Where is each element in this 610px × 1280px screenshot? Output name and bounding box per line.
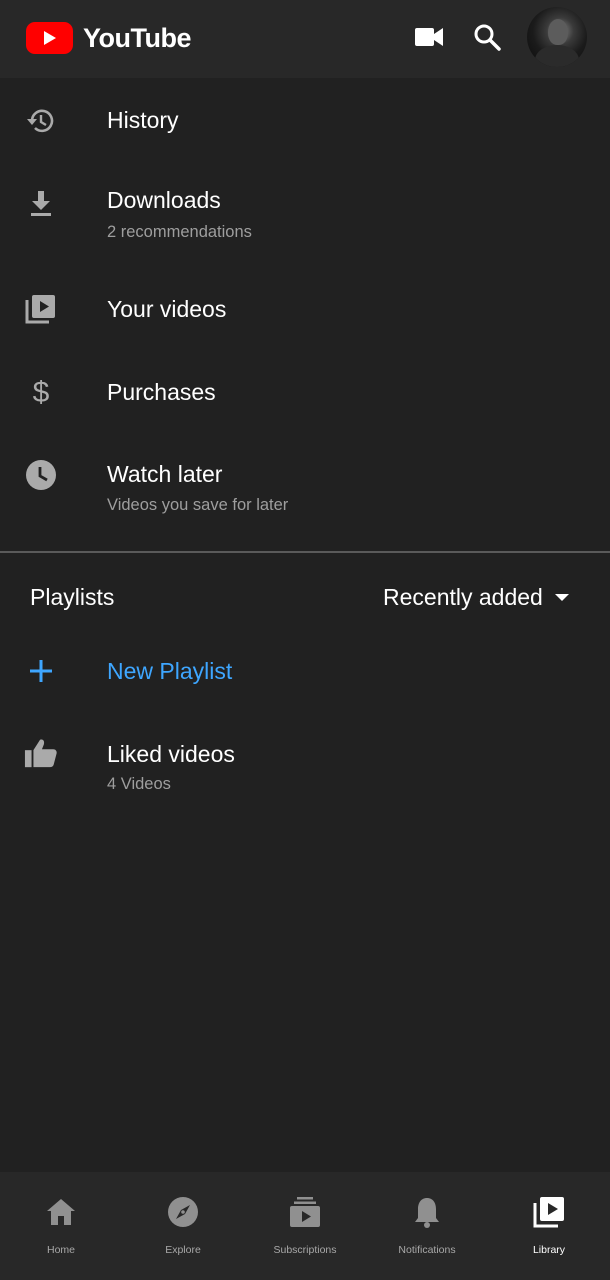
- nav-library[interactable]: Library: [488, 1172, 610, 1280]
- your-videos-icon: [24, 292, 58, 326]
- sort-label: Recently added: [383, 583, 543, 610]
- nav-subscriptions-label: Subscriptions: [273, 1244, 337, 1256]
- camera-icon[interactable]: [412, 22, 446, 52]
- sort-dropdown[interactable]: Recently added: [383, 582, 569, 612]
- your-videos-label: Your videos: [107, 296, 227, 322]
- download-icon: [24, 186, 58, 220]
- nav-notifications-label: Notifications: [398, 1244, 456, 1256]
- section-divider: [0, 551, 610, 553]
- nav-library-label: Library: [532, 1244, 566, 1256]
- history-icon: [24, 104, 58, 138]
- new-playlist-button[interactable]: New Playlist: [0, 650, 610, 694]
- downloads-label: Downloads: [107, 187, 221, 213]
- watch-later-label: Watch later: [107, 461, 223, 487]
- thumbs-up-icon: [24, 736, 58, 770]
- new-playlist-label: New Playlist: [107, 658, 233, 684]
- dollar-icon: $: [24, 375, 58, 409]
- home-icon: [0, 1194, 122, 1230]
- library-icon: [488, 1194, 610, 1230]
- bell-icon: [366, 1194, 488, 1230]
- purchases-label: Purchases: [107, 379, 216, 405]
- account-avatar[interactable]: [527, 7, 587, 67]
- caret-down-icon: [554, 593, 569, 601]
- liked-videos-count: 4 Videos: [107, 775, 171, 793]
- library-item-purchases[interactable]: $ Purchases: [0, 364, 610, 424]
- svg-text:$: $: [33, 376, 50, 409]
- watch-later-subtitle: Videos you save for later: [107, 496, 289, 514]
- subscriptions-icon: [244, 1194, 366, 1230]
- nav-subscriptions[interactable]: Subscriptions: [244, 1172, 366, 1280]
- youtube-logo[interactable]: YouTube: [26, 22, 191, 54]
- search-icon[interactable]: [470, 20, 504, 54]
- nav-notifications[interactable]: Notifications: [366, 1172, 488, 1280]
- library-item-downloads[interactable]: Downloads 2 recommendations: [0, 172, 610, 256]
- library-item-history[interactable]: History: [0, 92, 610, 152]
- top-app-bar: YouTube: [0, 0, 610, 78]
- explore-icon: [122, 1194, 244, 1230]
- downloads-subtitle: 2 recommendations: [107, 223, 252, 241]
- history-label: History: [107, 107, 179, 133]
- playlist-item-liked-videos[interactable]: Liked videos 4 Videos: [0, 726, 610, 810]
- library-item-watch-later[interactable]: Watch later Videos you save for later: [0, 446, 610, 530]
- plus-icon: [24, 654, 58, 688]
- bottom-navigation: Home Explore Subscriptions Notifications…: [0, 1172, 610, 1280]
- logo-text: YouTube: [83, 22, 191, 53]
- nav-home-label: Home: [46, 1244, 75, 1256]
- nav-explore[interactable]: Explore: [122, 1172, 244, 1280]
- library-item-your-videos[interactable]: Your videos: [0, 282, 610, 342]
- liked-videos-label: Liked videos: [107, 741, 235, 767]
- playlists-heading: Playlists: [30, 584, 115, 610]
- nav-home[interactable]: Home: [0, 1172, 122, 1280]
- youtube-play-logo-icon: [26, 22, 73, 54]
- clock-icon: [24, 458, 58, 492]
- nav-explore-label: Explore: [165, 1244, 201, 1256]
